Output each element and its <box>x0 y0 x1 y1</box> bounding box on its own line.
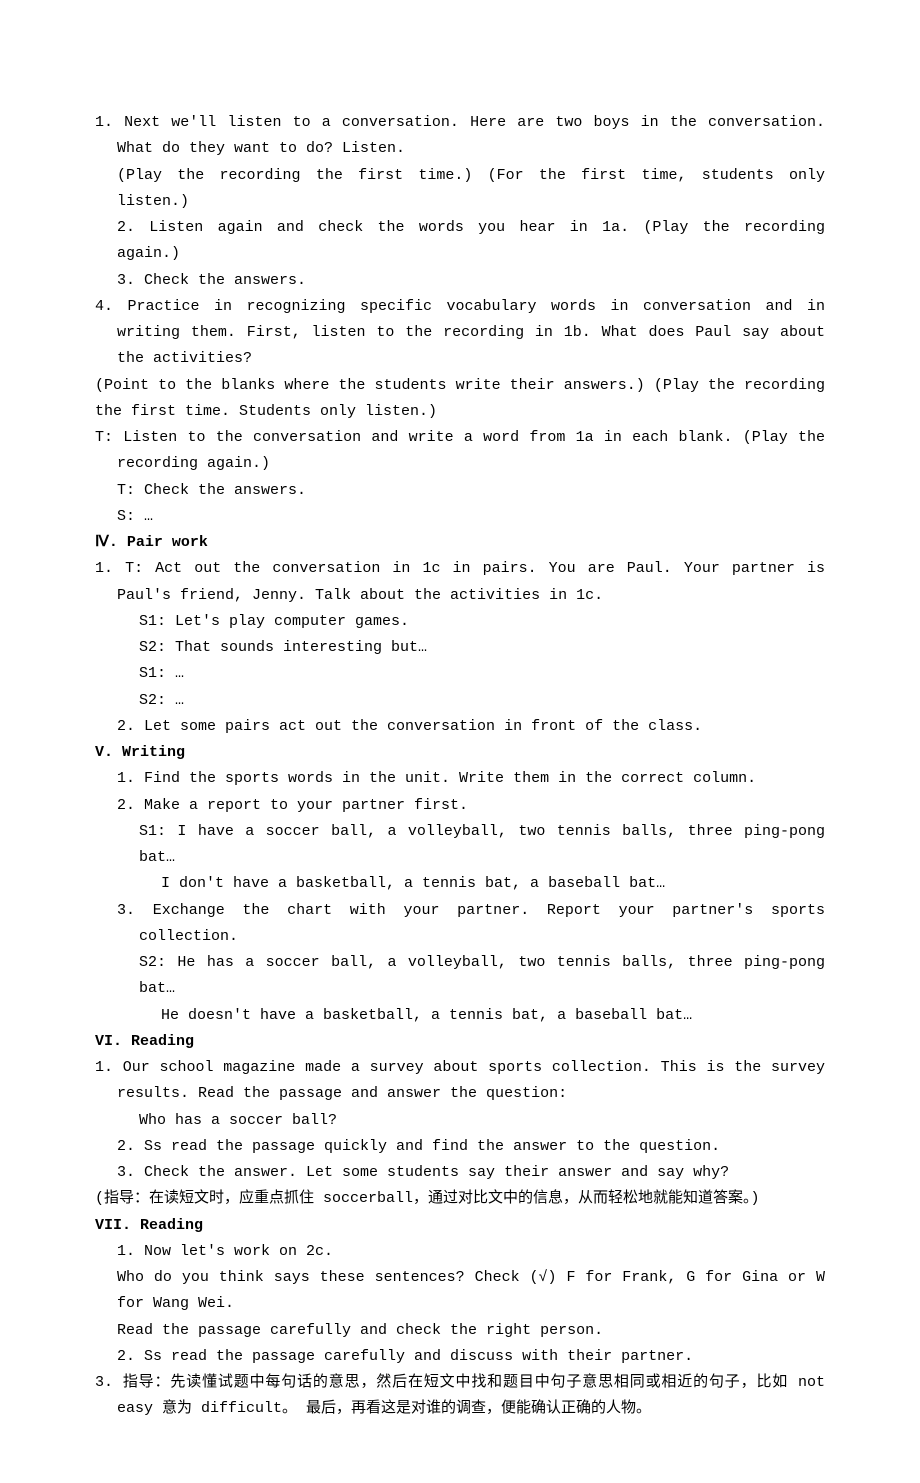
text-line: S1: Let's play computer games. <box>95 609 825 635</box>
text-line: V. Writing <box>95 740 825 766</box>
text-line: 2. Ss read the passage carefully and dis… <box>95 1344 825 1370</box>
text-line: S: … <box>95 504 825 530</box>
text-line: S2: That sounds interesting but… <box>95 635 825 661</box>
text-line: VI. Reading <box>95 1029 825 1055</box>
text-line: T: Check the answers. <box>95 478 825 504</box>
text-line: 3. Exchange the chart with your partner.… <box>95 898 825 951</box>
text-line: 3. 指导：先读懂试题中每句话的意思，然后在短文中找和题目中句子意思相同或相近的… <box>95 1370 825 1423</box>
text-line: Who has a soccer ball? <box>95 1108 825 1134</box>
text-line: S1: … <box>95 661 825 687</box>
text-line: I don't have a basketball, a tennis bat,… <box>95 871 825 897</box>
document-content: 1. Next we'll listen to a conversation. … <box>95 110 825 1423</box>
text-line: 1. Now let's work on 2c. <box>95 1239 825 1265</box>
text-line: 1. T: Act out the conversation in 1c in … <box>95 556 825 609</box>
text-line: (Point to the blanks where the students … <box>95 373 825 426</box>
text-line: S2: He has a soccer ball, a volleyball, … <box>95 950 825 1003</box>
text-line: S2: … <box>95 688 825 714</box>
text-line: 2. Ss read the passage quickly and find … <box>95 1134 825 1160</box>
text-line: S1: I have a soccer ball, a volleyball, … <box>95 819 825 872</box>
text-line: (指导：在读短文时，应重点抓住 soccerball，通过对比文中的信息，从而轻… <box>95 1186 825 1212</box>
text-line: Ⅳ. Pair work <box>95 530 825 556</box>
text-line: 1. Our school magazine made a survey abo… <box>95 1055 825 1108</box>
text-line: 2. Make a report to your partner first. <box>95 793 825 819</box>
text-line: T: Listen to the conversation and write … <box>95 425 825 478</box>
text-line: He doesn't have a basketball, a tennis b… <box>95 1003 825 1029</box>
text-line: VII. Reading <box>95 1213 825 1239</box>
text-line: 1. Next we'll listen to a conversation. … <box>95 110 825 163</box>
document-page: 1. Next we'll listen to a conversation. … <box>0 0 920 1483</box>
text-line: 2. Let some pairs act out the conversati… <box>95 714 825 740</box>
text-line: 2. Listen again and check the words you … <box>95 215 825 268</box>
text-line: 3. Check the answers. <box>95 268 825 294</box>
text-line: 4. Practice in recognizing specific voca… <box>95 294 825 373</box>
text-line: 3. Check the answer. Let some students s… <box>95 1160 825 1186</box>
text-line: 1. Find the sports words in the unit. Wr… <box>95 766 825 792</box>
text-line: (Play the recording the first time.) (Fo… <box>95 163 825 216</box>
text-line: Read the passage carefully and check the… <box>95 1318 825 1344</box>
text-line: Who do you think says these sentences? C… <box>95 1265 825 1318</box>
